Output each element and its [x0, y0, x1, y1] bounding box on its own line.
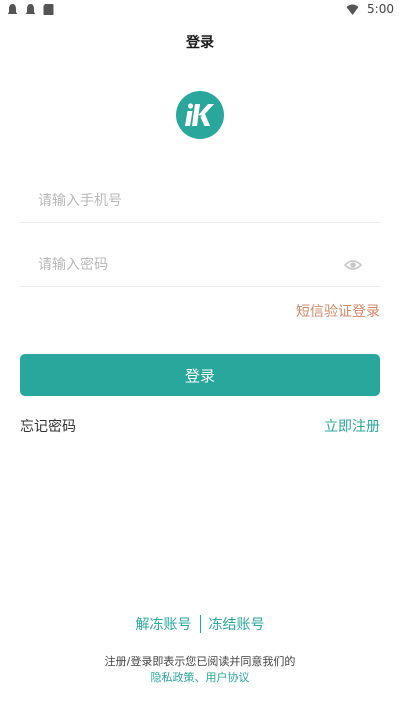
password-field-container: [20, 243, 380, 287]
status-time: 5:00: [367, 2, 394, 16]
login-screen: 5:00 登录 短信验证登录 登录 忘记密码 立即: [0, 0, 400, 710]
agreement-links: 隐私政策、用户协议: [0, 670, 400, 686]
unfreeze-account-link[interactable]: 解冻账号: [136, 614, 192, 634]
sd-card-icon: [42, 3, 55, 16]
wifi-icon: [346, 3, 359, 16]
phone-input[interactable]: [20, 192, 380, 209]
notification-icon: [24, 3, 37, 16]
user-agreement-link[interactable]: 用户协议: [206, 671, 250, 684]
page-title: 登录: [186, 35, 214, 51]
agreement-separator: 、: [194, 671, 206, 684]
freeze-account-link[interactable]: 冻结账号: [209, 614, 265, 634]
status-bar: 5:00: [0, 0, 400, 18]
account-links: 解冻账号 冻结账号: [0, 614, 400, 634]
eye-icon[interactable]: [344, 257, 362, 273]
password-input[interactable]: [20, 256, 380, 273]
login-button[interactable]: 登录: [20, 354, 380, 396]
privacy-policy-link[interactable]: 隐私政策: [151, 671, 195, 684]
status-bar-right: 5:00: [346, 2, 394, 16]
divider: [199, 615, 201, 633]
app-logo-icon: [176, 91, 224, 139]
agreement-notice: 注册/登录即表示您已阅读并同意我们的 隐私政策、用户协议: [0, 654, 400, 686]
status-bar-left: [6, 3, 55, 16]
forgot-password-link[interactable]: 忘记密码: [20, 416, 76, 436]
phone-field-container: [20, 179, 380, 223]
notification-icon: [6, 3, 19, 16]
register-link[interactable]: 立即注册: [324, 416, 380, 436]
sms-login-link[interactable]: 短信验证登录: [296, 301, 380, 321]
agreement-text: 注册/登录即表示您已阅读并同意我们的: [104, 655, 296, 668]
